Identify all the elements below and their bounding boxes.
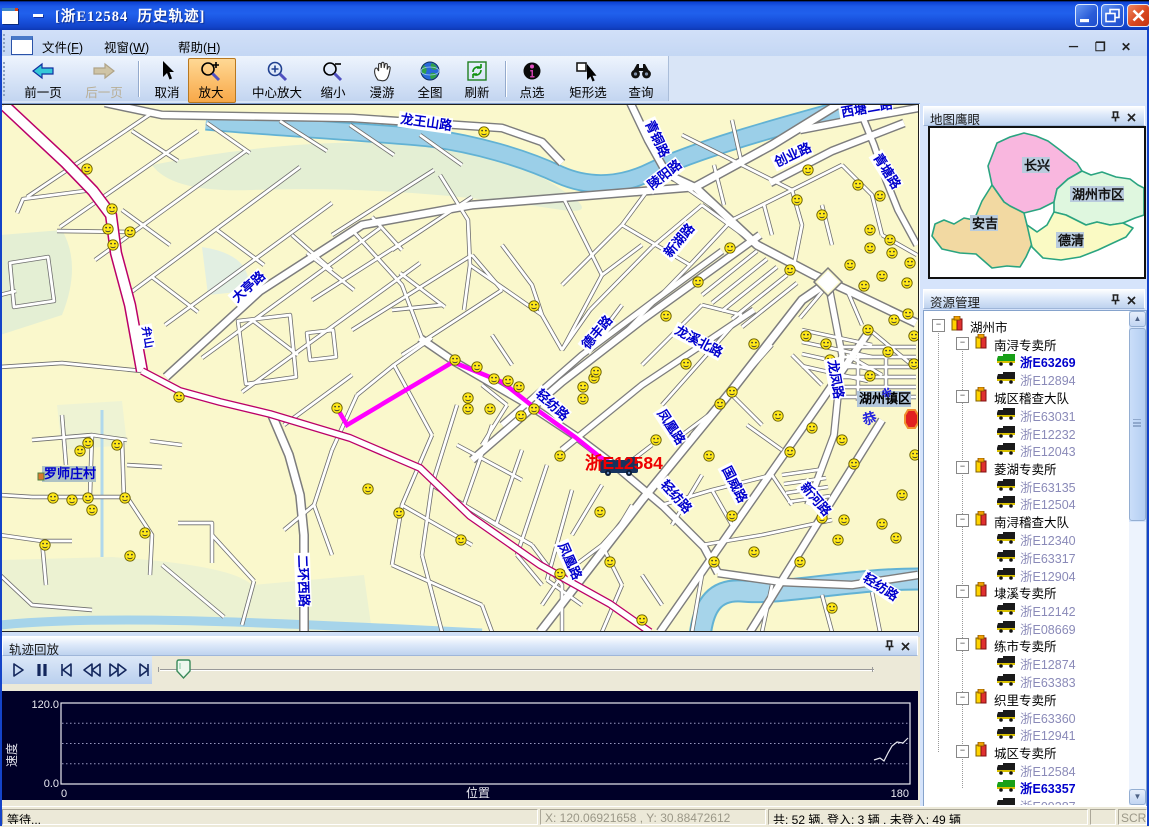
svg-text:浙E12584: 浙E12584: [585, 453, 663, 473]
svg-text:德清: 德清: [1058, 233, 1084, 248]
svg-text:湖州市区: 湖州市区: [1072, 187, 1124, 202]
svg-text:长兴: 长兴: [1024, 158, 1050, 173]
svg-text:安吉: 安吉: [972, 216, 998, 231]
svg-text:120.0: 120.0: [31, 699, 59, 711]
svg-text:180: 180: [891, 788, 909, 800]
svg-text:罗师庄村: 罗师庄村: [44, 466, 96, 481]
svg-text:0.0: 0.0: [44, 778, 59, 790]
svg-text:位置: 位置: [466, 785, 490, 800]
svg-text:二环西路: 二环西路: [295, 555, 312, 608]
svg-text:速度: 速度: [4, 743, 19, 767]
svg-text:0: 0: [61, 788, 67, 800]
